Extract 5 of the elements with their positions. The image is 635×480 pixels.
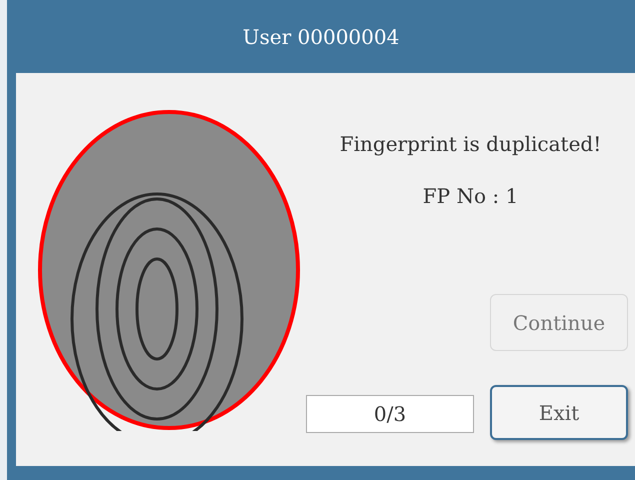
exit-button[interactable]: Exit bbox=[490, 385, 628, 440]
window-title: User 00000004 bbox=[242, 24, 400, 50]
progress-field: 0/3 bbox=[306, 395, 474, 433]
status-message: Fingerprint is duplicated! bbox=[340, 131, 602, 158]
fingerprint-number: FP No : 1 bbox=[422, 183, 518, 210]
